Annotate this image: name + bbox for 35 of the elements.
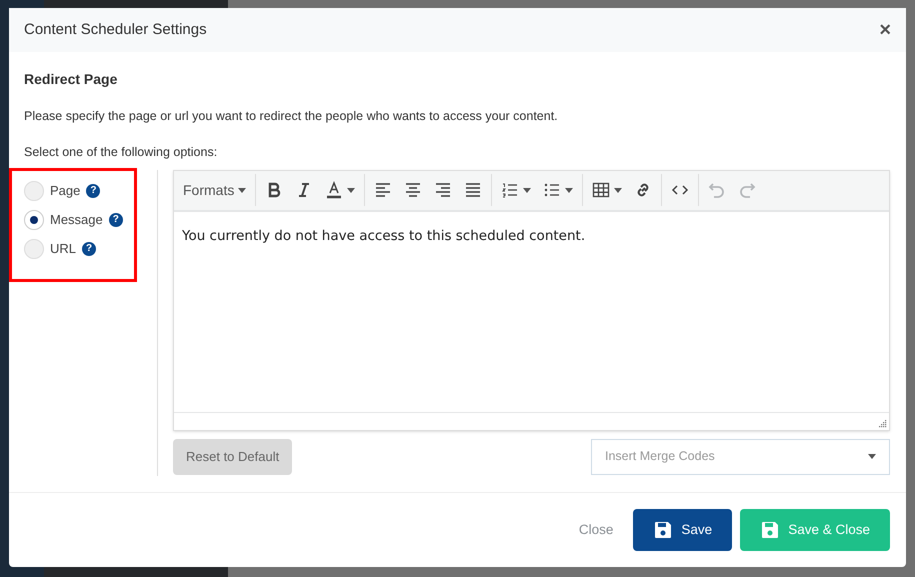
undo-icon: [708, 181, 726, 199]
numbered-list-icon: [501, 181, 520, 199]
caret-icon: [868, 454, 876, 459]
close-button[interactable]: ×: [879, 20, 891, 40]
justify-icon: [464, 181, 482, 199]
caret-icon: [347, 188, 356, 192]
table-icon: [592, 181, 610, 199]
radio-button[interactable]: [24, 210, 44, 230]
formats-dropdown[interactable]: Formats: [179, 176, 250, 204]
caret-icon: [565, 188, 574, 192]
editor-content[interactable]: You currently do not have access to this scheduled content.: [174, 212, 889, 412]
align-center-icon: [404, 181, 422, 199]
dialog-title: Content Scheduler Settings: [24, 20, 207, 40]
text-color-icon: [325, 181, 344, 199]
option-label[interactable]: Message: [50, 210, 103, 230]
description-text: Please specify the page or url you want to redirect the people who wants to access your content.: [24, 108, 559, 125]
align-right-icon: [434, 181, 452, 199]
resize-handle-icon: [878, 418, 887, 428]
bullet-list-icon: [543, 181, 562, 199]
caret-icon: [238, 188, 246, 192]
caret-icon: [523, 188, 532, 192]
help-icon[interactable]: ?: [108, 212, 123, 226]
option-label[interactable]: Page: [50, 180, 80, 200]
radio-button[interactable]: [24, 180, 44, 200]
radio-button[interactable]: [24, 238, 44, 258]
section-heading: Redirect Page: [24, 70, 118, 89]
save-button[interactable]: Save: [633, 509, 732, 551]
option-label[interactable]: URL: [50, 238, 76, 258]
redo-icon: [738, 181, 756, 199]
reset-button[interactable]: Reset to Default: [173, 438, 292, 474]
caret-icon: [614, 188, 622, 192]
options-prompt: Select one of the following options:: [24, 144, 218, 161]
help-icon[interactable]: ?: [86, 184, 100, 198]
help-icon[interactable]: ?: [82, 242, 96, 256]
align-left-icon: [374, 181, 392, 199]
